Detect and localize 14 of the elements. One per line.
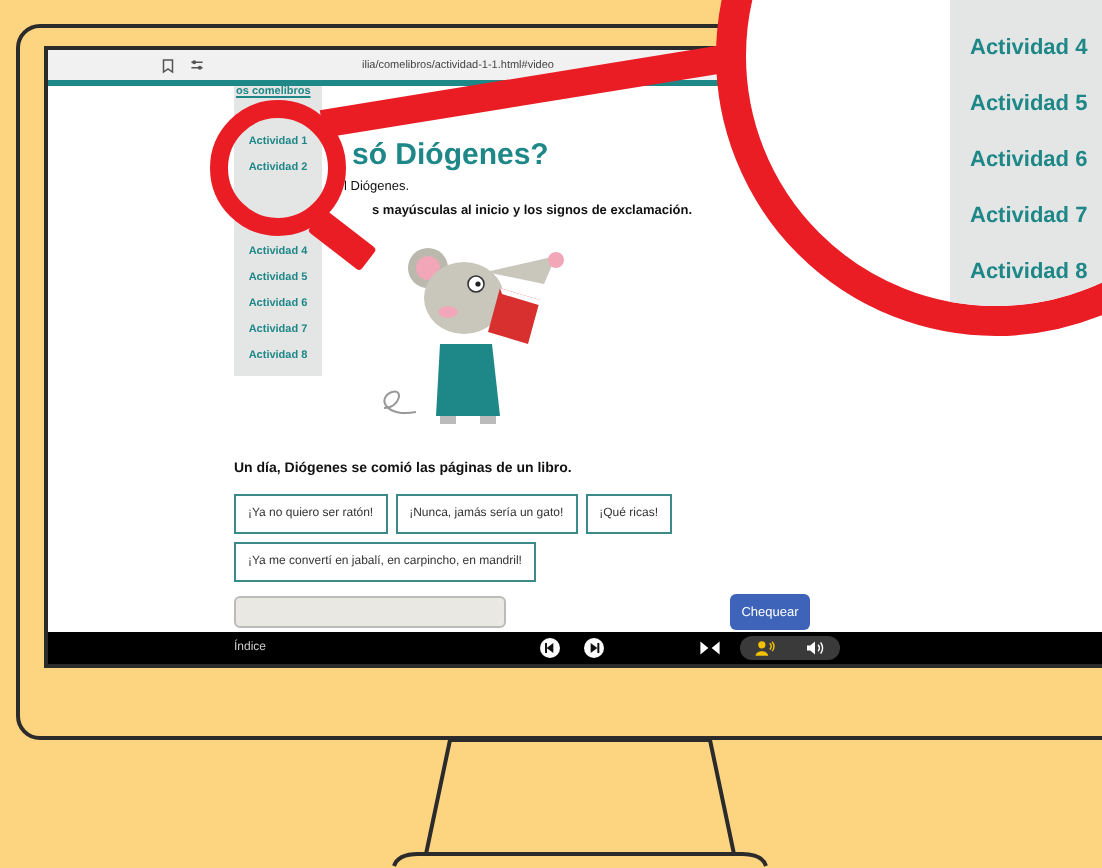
answer-field[interactable] — [234, 596, 506, 628]
magnified-item: Actividad 5 — [968, 90, 1090, 120]
page-title: só Diógenes? — [350, 138, 549, 172]
magnifier-ring — [210, 100, 346, 236]
previous-icon[interactable] — [540, 638, 561, 658]
magnified-item: Actividad 6 — [968, 146, 1090, 176]
settings-icon[interactable] — [190, 58, 204, 72]
magnified-item: Actividad 8 — [968, 258, 1090, 288]
magnified-item: Actividad 4 — [968, 34, 1090, 64]
next-icon[interactable] — [584, 638, 605, 658]
speaker-icon[interactable] — [804, 640, 827, 656]
magnified-item: Actividad 7 — [968, 202, 1090, 232]
voice-icon[interactable] — [754, 640, 777, 656]
bookmark-icon[interactable] — [162, 57, 174, 73]
